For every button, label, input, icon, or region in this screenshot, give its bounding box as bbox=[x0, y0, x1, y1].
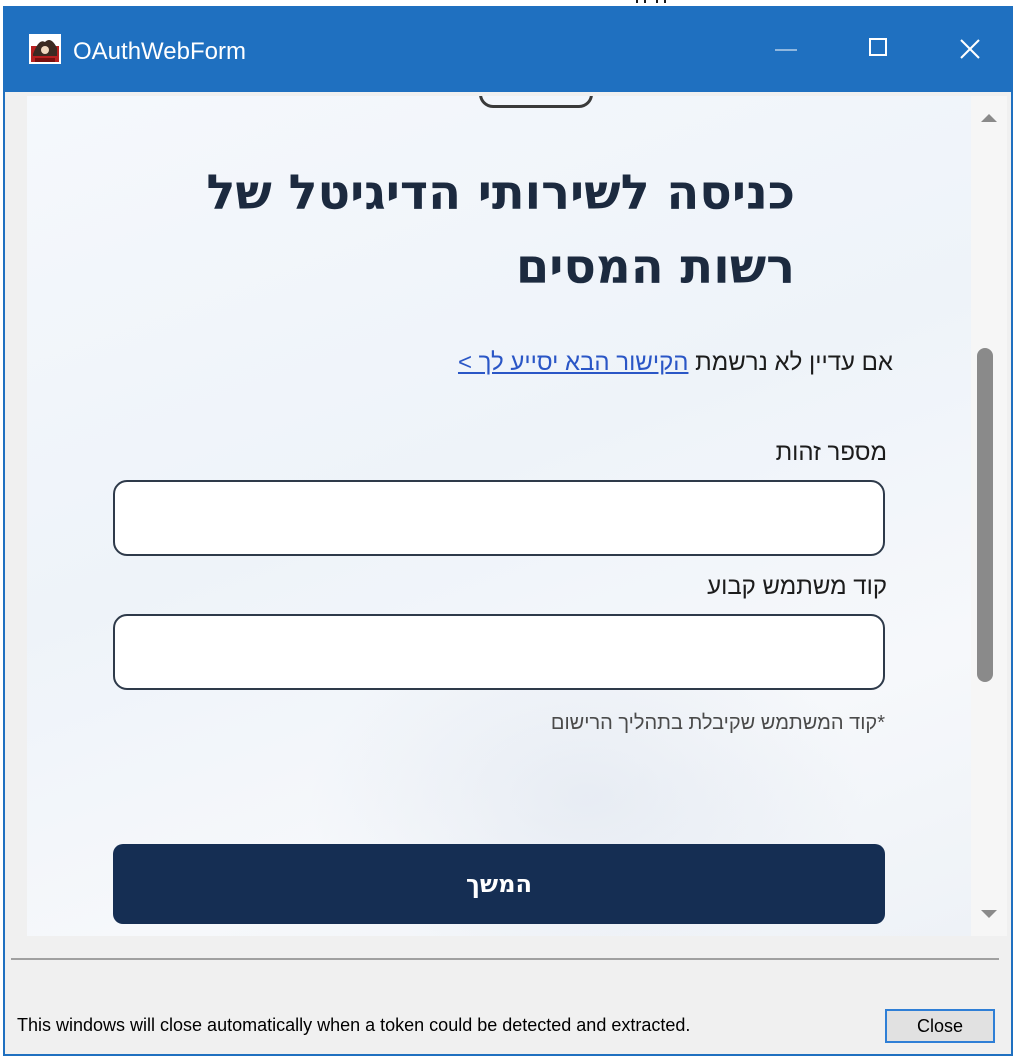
web-content: כניסה לשירותי הדיגיטל של רשות המסים אם ע… bbox=[27, 96, 971, 936]
header-tab-shape bbox=[479, 96, 593, 108]
window-close-button[interactable] bbox=[925, 8, 1014, 92]
register-link[interactable]: הקישור הבא יסייע לך > bbox=[458, 349, 688, 376]
scroll-up-arrow-icon bbox=[971, 114, 1007, 142]
oauth-window: OAuthWebForm כניסה לשירותי הדיגיטל של רש… bbox=[3, 6, 1013, 1056]
window-title: OAuthWebForm bbox=[73, 38, 246, 65]
scroll-up-button[interactable] bbox=[971, 96, 1007, 138]
register-prompt-text: אם עדיין לא נרשמת bbox=[695, 349, 893, 376]
title-bar[interactable]: OAuthWebForm bbox=[5, 8, 1011, 92]
status-message: .This windows will close automatically w… bbox=[17, 1015, 691, 1035]
close-icon bbox=[925, 39, 1014, 96]
scroll-down-arrow-icon bbox=[971, 910, 1007, 940]
user-code-input[interactable] bbox=[113, 614, 885, 690]
user-code-hint: *קוד המשתמש שקיבלת בתהליך הרישום bbox=[550, 712, 885, 734]
register-prompt: אם עדיין לא נרשמת הקישור הבא יסייע לך > bbox=[327, 348, 893, 378]
scroll-down-button[interactable] bbox=[971, 894, 1007, 936]
continue-button[interactable]: המשך bbox=[113, 844, 885, 924]
maximize-button[interactable] bbox=[833, 8, 923, 92]
vertical-scrollbar[interactable] bbox=[971, 96, 1007, 936]
app-icon bbox=[29, 34, 61, 64]
scroll-thumb[interactable] bbox=[977, 348, 993, 682]
user-code-label: קוד משתמש קבוע bbox=[707, 573, 887, 600]
footer-separator bbox=[11, 958, 999, 960]
page-heading: כניסה לשירותי הדיגיטל של רשות המסים bbox=[206, 165, 795, 295]
id-number-input[interactable] bbox=[113, 480, 885, 556]
id-number-label: מספר זהות bbox=[775, 439, 887, 466]
close-button[interactable]: Close bbox=[885, 1009, 995, 1043]
minimize-button[interactable] bbox=[741, 8, 831, 92]
